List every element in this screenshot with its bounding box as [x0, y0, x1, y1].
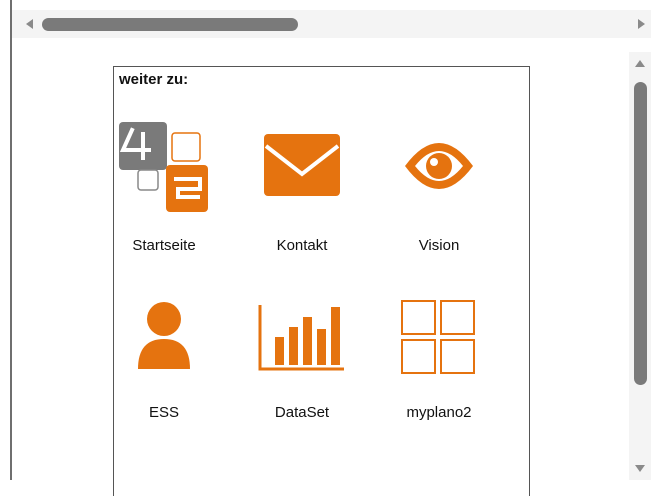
grid-icon [401, 300, 475, 374]
scroll-left-icon[interactable] [26, 19, 33, 29]
horizontal-scrollbar[interactable] [12, 10, 651, 38]
tile-ess[interactable]: ESS [109, 297, 219, 447]
tile-label: myplano2 [406, 404, 472, 421]
4plano-logo-icon [119, 122, 208, 212]
envelope-icon [264, 134, 340, 196]
tile-startseite[interactable]: Startseite [109, 122, 219, 272]
horizontal-scroll-thumb[interactable] [42, 18, 298, 31]
person-icon [138, 302, 190, 369]
bar-chart-icon [258, 305, 344, 371]
tile-label: Vision [418, 237, 460, 254]
scroll-up-icon[interactable] [635, 60, 645, 67]
left-border [10, 0, 12, 480]
tile-myplano2[interactable]: myplano2 [384, 297, 494, 447]
tile-kontakt[interactable]: Kontakt [247, 122, 357, 272]
tile-vision[interactable]: Vision [384, 122, 494, 272]
eye-icon [405, 143, 473, 189]
scroll-down-icon[interactable] [635, 465, 645, 472]
tile-label: ESS [148, 404, 179, 421]
tile-label: Startseite [132, 237, 196, 254]
navigation-panel: weiter zu: Startseite Kontakt Vision ESS… [113, 66, 530, 496]
tile-label: DataSet [274, 404, 330, 421]
vertical-scrollbar[interactable] [629, 52, 651, 480]
vertical-scroll-thumb[interactable] [634, 82, 647, 385]
panel-title: weiter zu: [119, 71, 189, 88]
scroll-right-icon[interactable] [638, 19, 645, 29]
tile-dataset[interactable]: DataSet [247, 297, 357, 447]
tile-label: Kontakt [276, 237, 328, 254]
